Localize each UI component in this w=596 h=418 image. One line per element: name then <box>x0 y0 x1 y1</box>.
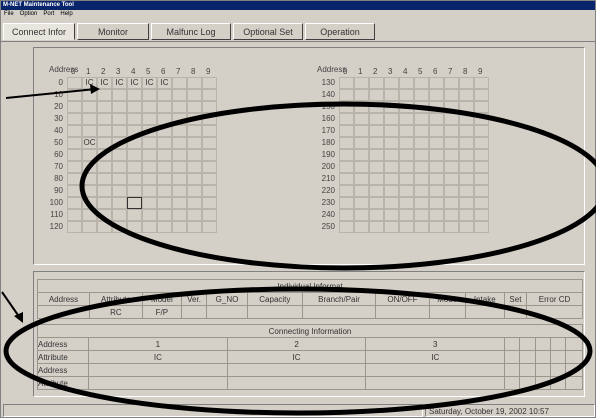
annotation-ellipse-info <box>3 286 593 416</box>
annotation-arrow-info-line <box>1 291 21 319</box>
annotation-ellipse-grid <box>79 101 596 271</box>
annotation-arrow-info-head <box>14 312 23 323</box>
annotation-overlay <box>1 84 596 416</box>
annotation-arrow-grid-head <box>90 84 100 94</box>
annotation-arrow-grid-line <box>5 88 97 99</box>
